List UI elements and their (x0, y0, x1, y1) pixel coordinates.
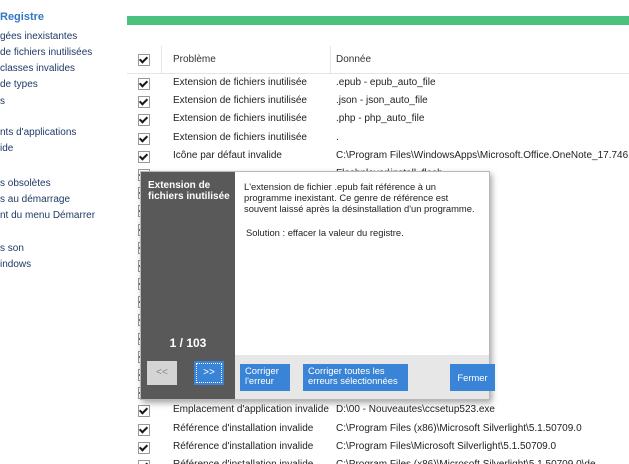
table-row[interactable]: Icône par défaut invalide C:\Program File… (127, 147, 629, 165)
data-cell: .php - php_auto_file (336, 113, 425, 125)
sidebar-item[interactable]: s son (0, 243, 24, 255)
problem-cell: Référence d'installation invalide (173, 456, 313, 464)
problem-cell: Référence d'installation invalide (173, 440, 314, 452)
table-row[interactable]: Référence d'installation invalide C:\Prog… (127, 456, 629, 464)
close-button[interactable]: Fermer (450, 364, 495, 391)
previous-button[interactable]: << (147, 361, 177, 385)
next-button[interactable]: >> (194, 361, 224, 385)
data-cell: .json - json_auto_file (336, 95, 428, 107)
sidebar-item[interactable]: nts d'applications (0, 127, 76, 139)
sidebar-item[interactable]: de types (0, 79, 38, 91)
data-cell: .epub - epub_auto_file (336, 77, 436, 88)
problem-cell: Extension de fichiers inutilisée (173, 77, 307, 88)
data-cell: . (336, 131, 339, 143)
column-header-data[interactable]: Donnée (336, 46, 371, 73)
row-checkbox[interactable] (138, 405, 150, 418)
fix-error-label: Corriger l'erreur (245, 365, 279, 386)
row-checkbox[interactable] (138, 459, 150, 464)
popup-solution: Solution : effacer la valeur du registre… (246, 227, 404, 238)
table-row[interactable]: Emplacement d'application invalide D:\00 … (127, 401, 629, 419)
table-row[interactable]: Référence d'installation invalide C:\Prog… (127, 438, 629, 456)
table-row[interactable]: Extension de fichiers inutilisée .epub - … (127, 74, 629, 92)
table-row[interactable]: Extension de fichiers inutilisée .php - p… (127, 110, 629, 128)
sidebar-item[interactable]: nt du menu Démarrer (0, 210, 95, 222)
row-checkbox[interactable] (138, 114, 150, 127)
row-checkbox[interactable] (138, 132, 150, 145)
problem-cell: Emplacement d'application invalide (173, 404, 329, 416)
column-divider (330, 46, 331, 73)
popup-button-bar: Corriger l'erreur Corriger toutes les er… (235, 355, 495, 399)
popup-description: L'extension de fichier .epub fait référe… (244, 181, 475, 214)
fix-error-button[interactable]: Corriger l'erreur (240, 364, 290, 391)
table-row[interactable]: Référence d'installation invalide C:\Prog… (127, 420, 629, 438)
sidebar-item[interactable]: s au démarrage (0, 194, 70, 206)
data-cell: D:\00 - Nouveautes\ccsetup523.exe (336, 404, 495, 416)
fix-all-label: Corriger toutes les erreurs sélectionnée… (308, 365, 398, 386)
popup-side-panel: Extension de fichiers inutilisée 1 / 103… (141, 172, 235, 399)
sidebar-item[interactable]: de fichiers inutilisées (0, 47, 92, 59)
scan-progress-bar (127, 16, 629, 25)
row-checkbox[interactable] (138, 78, 150, 90)
popup-category: Extension de fichiers inutilisée (148, 180, 230, 202)
sidebar-item[interactable]: ide (0, 143, 13, 155)
column-divider (161, 46, 162, 73)
popup-counter: 1 / 103 (169, 336, 207, 350)
select-all-checkbox[interactable] (138, 54, 150, 66)
data-cell: C:\Program Files (x86)\Microsoft Silverl… (336, 456, 596, 464)
sidebar-item[interactable]: classes invalides (0, 63, 75, 75)
row-checkbox[interactable] (138, 96, 150, 109)
sidebar-title[interactable]: Registre (0, 11, 44, 23)
sidebar-item[interactable]: s obsolètes (0, 178, 51, 190)
sidebar-item[interactable]: gées inexistantes (0, 31, 77, 43)
sidebar: Registre gées inexistantes de fichiers i… (0, 0, 124, 464)
sidebar-item[interactable]: s (0, 96, 5, 108)
row-checkbox[interactable] (138, 150, 150, 163)
issue-detail-popup: Extension de fichiers inutilisée 1 / 103… (140, 171, 495, 400)
fix-all-button[interactable]: Corriger toutes les erreurs sélectionnée… (303, 364, 408, 391)
column-header-problem[interactable]: Problème (173, 46, 216, 73)
table-row[interactable]: Extension de fichiers inutilisée .json - … (127, 92, 629, 110)
problem-cell: Icône par défaut invalide (173, 149, 282, 161)
problem-cell: Extension de fichiers inutilisée (173, 131, 307, 143)
problem-cell: Référence d'installation invalide (173, 422, 314, 434)
data-cell: C:\Program Files\WindowsApps\Microsoft.O… (336, 149, 629, 161)
table-header: Problème Donnée (127, 46, 629, 74)
data-cell: C:\Program Files\Microsoft Silverlight\5… (336, 440, 557, 452)
problem-cell: Extension de fichiers inutilisée (173, 113, 307, 125)
problem-cell: Extension de fichiers inutilisée (173, 95, 307, 107)
sidebar-item[interactable]: indows (0, 259, 31, 271)
data-cell: C:\Program Files (x86)\Microsoft Silverl… (336, 422, 582, 434)
row-checkbox[interactable] (138, 423, 150, 436)
table-row[interactable]: Extension de fichiers inutilisée. (127, 129, 629, 147)
row-checkbox[interactable] (138, 441, 150, 454)
